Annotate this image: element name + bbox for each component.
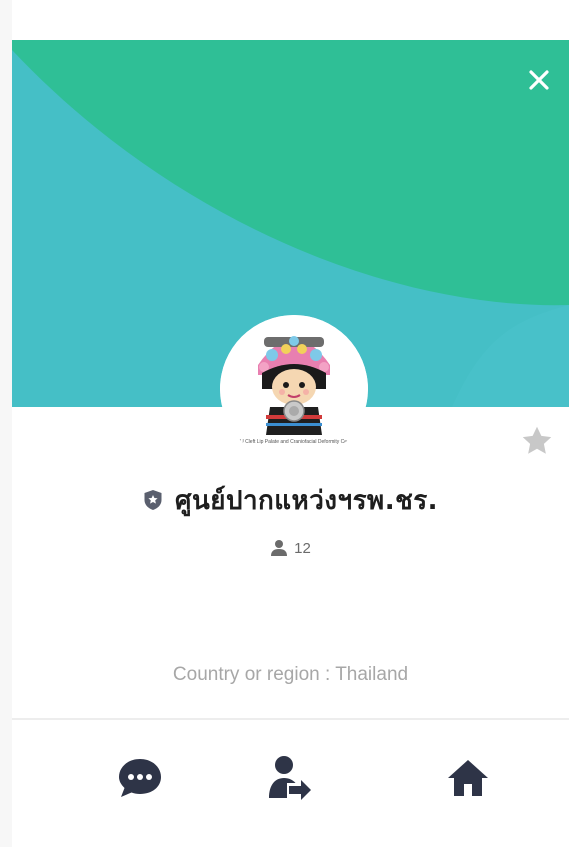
profile-card: CMU Cleft Lip Palate and Craniofacial De…: [12, 40, 569, 847]
country-row: Country or region : Thailand: [12, 662, 569, 688]
person-icon: [271, 540, 288, 556]
profile-name-row: ศูนย์ปากแหว่งฯรพ.ชร.: [12, 480, 569, 520]
profile-page: CMU Cleft Lip Palate and Craniofacial De…: [0, 0, 569, 847]
chat-bubble-icon: [119, 759, 161, 797]
share-contact-button[interactable]: [260, 748, 320, 808]
share-contact-icon: [269, 756, 311, 800]
avatar-caption: CMU Cleft Lip Palate and Craniofacial De…: [232, 439, 356, 445]
shield-badge-icon: [144, 490, 162, 510]
avatar: CMU Cleft Lip Palate and Craniofacial De…: [220, 315, 368, 463]
profile-name: ศูนย์ปากแหว่งฯรพ.ชร.: [174, 485, 439, 516]
home-icon: [448, 760, 488, 796]
left-edge: [0, 0, 12, 847]
close-icon: [529, 70, 549, 90]
country-text: Country or region : Thailand: [172, 664, 409, 685]
member-count-row[interactable]: 12: [12, 536, 569, 560]
close-button[interactable]: [525, 66, 553, 94]
avatar-illustration: CMU Cleft Lip Palate and Craniofacial De…: [220, 315, 368, 463]
top-spacer: [0, 0, 569, 40]
home-button[interactable]: [438, 748, 498, 808]
action-bar: [12, 720, 569, 847]
favorite-button[interactable]: [519, 423, 555, 459]
chat-button[interactable]: [110, 748, 170, 808]
member-count: 12: [294, 539, 311, 557]
star-icon: [522, 426, 552, 454]
